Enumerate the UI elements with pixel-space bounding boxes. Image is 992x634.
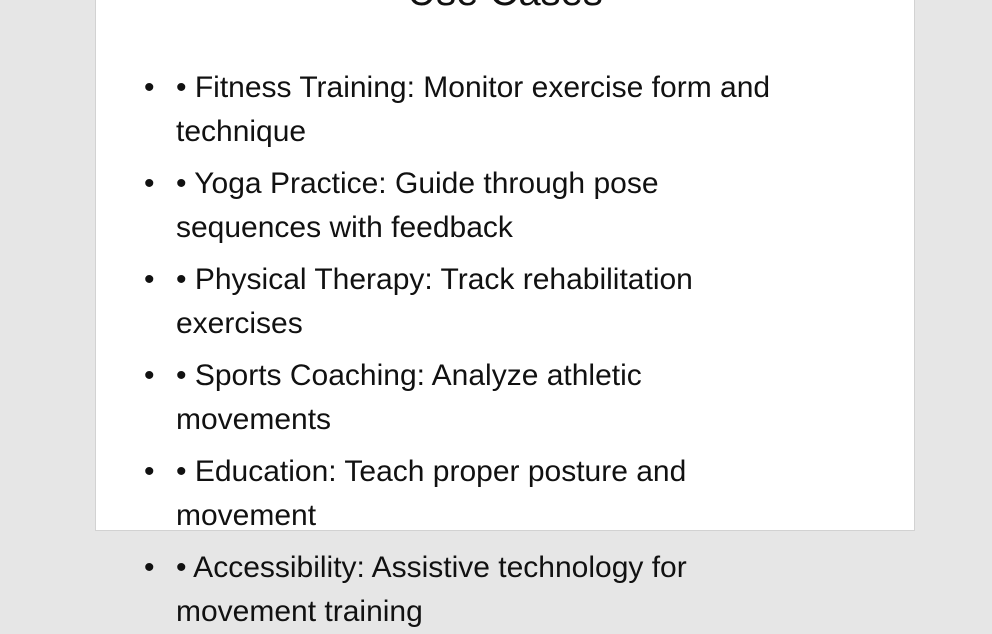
bullet-marker: • xyxy=(144,167,155,200)
list-item-line: exercises xyxy=(176,307,303,340)
list-item-line: • Sports Coaching: Analyze athletic xyxy=(176,359,642,392)
list-item: • • Sports Coaching: Analyze athletic mo… xyxy=(144,354,876,442)
list-item-line: • Fitness Training: Monitor exercise for… xyxy=(176,71,771,104)
list-item-line: movement training xyxy=(176,595,423,628)
bullet-marker: • xyxy=(144,263,155,296)
list-item: • • Physical Therapy: Track rehabilitati… xyxy=(144,258,876,346)
list-item-line: movement xyxy=(176,499,317,532)
list-item-line: • Physical Therapy: Track rehabilitation xyxy=(176,263,693,296)
bullet-marker: • xyxy=(144,455,155,488)
bullet-list: • • Fitness Training: Monitor exercise f… xyxy=(0,0,992,628)
list-item: • • Yoga Practice: Guide through pose se… xyxy=(144,162,876,250)
list-item-line: movements xyxy=(176,403,332,436)
list-item: • • Fitness Training: Monitor exercise f… xyxy=(144,66,876,154)
list-item: • • Education: Teach proper posture and … xyxy=(144,450,876,538)
bullet-marker: • xyxy=(144,359,155,392)
bullet-marker: • xyxy=(144,71,155,104)
list-item-line: • Education: Teach proper posture and xyxy=(176,455,687,488)
list-item-line: • Yoga Practice: Guide through pose xyxy=(176,167,659,200)
list-item-line: sequences with feedback xyxy=(176,211,513,244)
list-item-line: • Accessibility: Assistive technology fo… xyxy=(176,551,687,584)
bullet-marker: • xyxy=(144,551,155,584)
list-item: • • Accessibility: Assistive technology … xyxy=(144,546,876,634)
list-item-line: technique xyxy=(176,115,307,148)
